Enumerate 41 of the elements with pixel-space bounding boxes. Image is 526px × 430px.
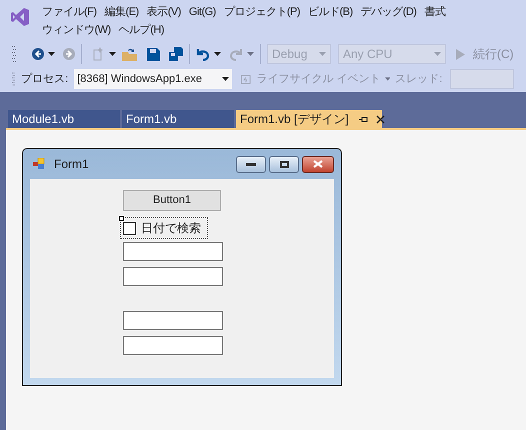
thread-label: スレッド: — [395, 72, 442, 87]
text-box[interactable] — [123, 311, 223, 330]
menu-item[interactable]: ビルド(B) — [306, 3, 355, 21]
caret-icon[interactable] — [222, 77, 230, 81]
text-box[interactable] — [123, 242, 223, 261]
save-icon[interactable] — [147, 48, 160, 60]
selection-handle[interactable] — [119, 216, 124, 221]
menu-item[interactable]: ヘルプ(H) — [116, 21, 166, 39]
menu-item[interactable]: 編集(E) — [102, 3, 141, 21]
undo-icon[interactable] — [196, 48, 210, 60]
document-tab[interactable]: Form1.vb — [122, 110, 234, 128]
form-title: Form1 — [54, 156, 89, 173]
checkbox[interactable] — [123, 222, 136, 234]
menu-item[interactable]: ファイル(F) — [40, 3, 99, 21]
close-button[interactable] — [302, 156, 334, 172]
open-folder-icon[interactable] — [122, 48, 138, 60]
menu-item[interactable]: デバッグ(D) — [358, 3, 418, 21]
document-tab[interactable]: Form1.vb [デザイン] — [236, 110, 382, 128]
maximize-button[interactable] — [269, 156, 299, 172]
caret-icon[interactable] — [48, 52, 55, 56]
menu-item[interactable]: プロジェクト(P) — [222, 3, 302, 21]
logo-icon — [11, 8, 29, 26]
caret-icon[interactable] — [214, 52, 221, 56]
form-button[interactable]: Button1 — [123, 190, 221, 211]
menu-item[interactable]: Git(G) — [186, 3, 218, 21]
minimize-button[interactable] — [236, 156, 266, 172]
menu-item[interactable]: 書式 — [422, 3, 448, 21]
close-icon[interactable] — [376, 114, 385, 124]
form-icon — [33, 158, 46, 170]
caret-icon[interactable] — [109, 52, 116, 56]
menu-item[interactable]: 表示(V) — [144, 3, 183, 21]
process-label: プロセス: — [21, 72, 68, 87]
pin-icon[interactable] — [358, 116, 368, 122]
text-box[interactable] — [123, 267, 223, 286]
process-dropdown[interactable]: [8368] WindowsApp1.exe — [74, 69, 232, 89]
save-all-icon[interactable] — [169, 47, 183, 61]
back-icon[interactable] — [32, 48, 44, 60]
menu-item[interactable]: ウィンドウ(W) — [40, 21, 113, 39]
play-icon — [456, 48, 465, 60]
text-box[interactable] — [123, 336, 223, 355]
document-tab[interactable]: Module1.vb — [8, 110, 120, 128]
